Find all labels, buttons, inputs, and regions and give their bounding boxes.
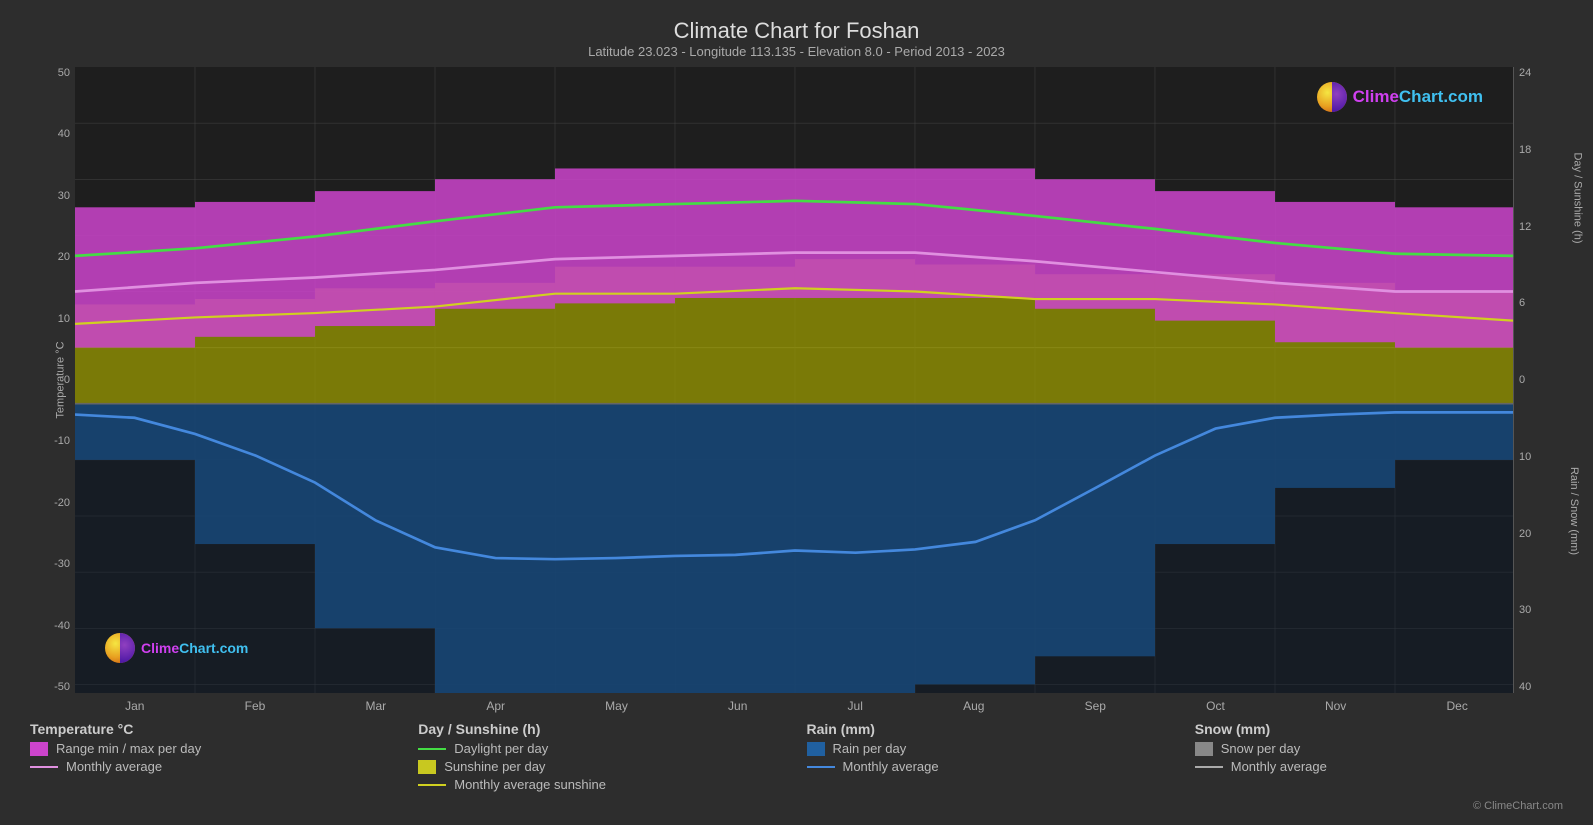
month-dec: Dec bbox=[1446, 699, 1467, 713]
month-aug: Aug bbox=[963, 699, 984, 713]
legend-sunshine-avg: Monthly average sunshine bbox=[418, 777, 786, 792]
temp-range-swatch bbox=[30, 742, 48, 756]
legend-rain-title: Rain (mm) bbox=[807, 721, 1175, 737]
chart-title: Climate Chart for Foshan bbox=[20, 18, 1573, 44]
month-feb: Feb bbox=[245, 699, 266, 713]
legend-sun-title: Day / Sunshine (h) bbox=[418, 721, 786, 737]
legend-rain-swatch: Rain per day bbox=[807, 741, 1175, 756]
temp-avg-line bbox=[30, 766, 58, 768]
chart-header: Climate Chart for Foshan Latitude 23.023… bbox=[20, 10, 1573, 63]
logo-icon-bottom bbox=[105, 633, 135, 663]
legend-sunshine-swatch: Sunshine per day bbox=[418, 759, 786, 774]
legend-temp-title: Temperature °C bbox=[30, 721, 398, 737]
snow-avg-line bbox=[1195, 766, 1223, 768]
y-left-label: Temperature °C bbox=[55, 341, 67, 418]
rain-swatch bbox=[807, 742, 825, 756]
legend-temp-avg: Monthly average bbox=[30, 759, 398, 774]
legend-snow-title: Snow (mm) bbox=[1195, 721, 1563, 737]
month-jun: Jun bbox=[728, 699, 747, 713]
legend-rain: Rain (mm) Rain per day Monthly average bbox=[807, 721, 1175, 795]
month-may: May bbox=[605, 699, 628, 713]
page-wrapper: Climate Chart for Foshan Latitude 23.023… bbox=[0, 0, 1593, 825]
chart-area: Temperature °C 50 40 30 20 10 0 -10 -20 … bbox=[20, 67, 1573, 693]
logo-bottom: ClimeChart.com bbox=[105, 633, 248, 663]
chart-plot: ClimeChart.com ClimeChart.com bbox=[75, 67, 1513, 693]
logo-text-bottom: ClimeChart.com bbox=[141, 640, 248, 656]
y-axis-right: 24 18 12 6 0 10 20 30 40 Day / Sunshine … bbox=[1513, 67, 1573, 693]
legend-area: Temperature °C Range min / max per day M… bbox=[20, 713, 1573, 800]
daylight-line bbox=[418, 748, 446, 750]
logo-text-top: ClimeChart.com bbox=[1353, 87, 1483, 107]
month-oct: Oct bbox=[1206, 699, 1225, 713]
legend-snow: Snow (mm) Snow per day Monthly average bbox=[1195, 721, 1563, 795]
y-right-rain-label: Rain / Snow (mm) bbox=[1568, 467, 1580, 555]
month-nov: Nov bbox=[1325, 699, 1346, 713]
x-axis: Jan Feb Mar Apr May Jun Jul Aug Sep Oct … bbox=[20, 695, 1573, 713]
legend-temperature: Temperature °C Range min / max per day M… bbox=[30, 721, 398, 795]
logo-top: ClimeChart.com bbox=[1317, 82, 1483, 112]
y-axis-left: Temperature °C 50 40 30 20 10 0 -10 -20 … bbox=[20, 67, 75, 693]
legend-sunshine: Day / Sunshine (h) Daylight per day Suns… bbox=[418, 721, 786, 795]
y-right-sunshine-label: Day / Sunshine (h) bbox=[1571, 153, 1583, 244]
sun-swatch bbox=[418, 760, 436, 774]
legend-snow-avg: Monthly average bbox=[1195, 759, 1563, 774]
legend-rain-avg: Monthly average bbox=[807, 759, 1175, 774]
chart-svg bbox=[75, 67, 1513, 693]
month-jan: Jan bbox=[125, 699, 144, 713]
month-apr: Apr bbox=[486, 699, 505, 713]
chart-subtitle: Latitude 23.023 - Longitude 113.135 - El… bbox=[20, 44, 1573, 59]
legend-daylight: Daylight per day bbox=[418, 741, 786, 756]
snow-swatch bbox=[1195, 742, 1213, 756]
legend-snow-swatch: Snow per day bbox=[1195, 741, 1563, 756]
month-sep: Sep bbox=[1085, 699, 1106, 713]
copyright: © ClimeChart.com bbox=[20, 800, 1573, 815]
month-jul: Jul bbox=[848, 699, 863, 713]
sun-avg-line bbox=[418, 784, 446, 786]
logo-icon-top bbox=[1317, 82, 1347, 112]
month-mar: Mar bbox=[365, 699, 386, 713]
rain-avg-line bbox=[807, 766, 835, 768]
legend-temp-range: Range min / max per day bbox=[30, 741, 398, 756]
